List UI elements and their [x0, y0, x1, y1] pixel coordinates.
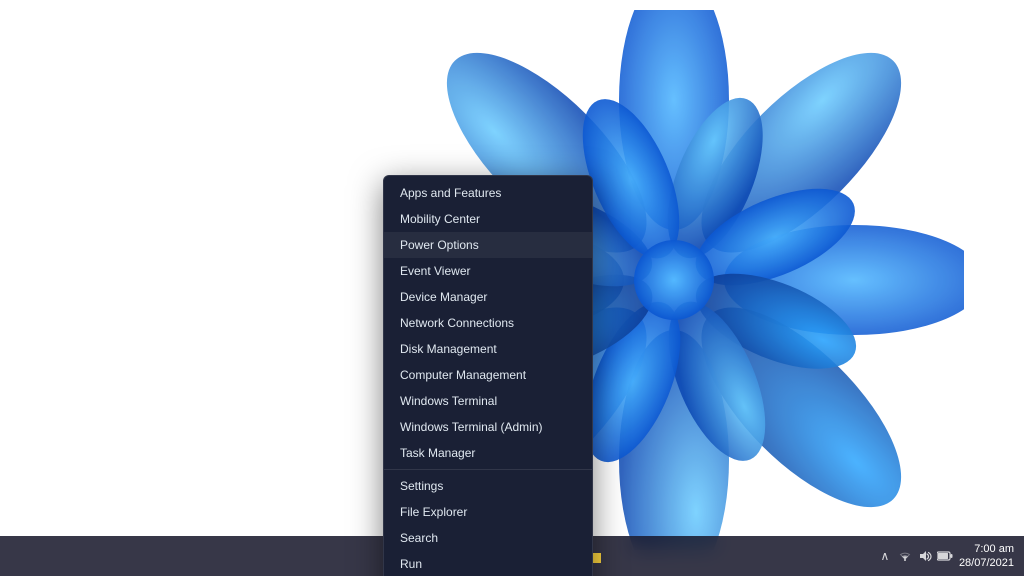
- battery-svg-icon: [937, 550, 953, 562]
- menu-item-mobility-center[interactable]: Mobility Center: [384, 206, 592, 232]
- battery-icon[interactable]: [937, 548, 953, 564]
- menu-item-power-options[interactable]: Power Options: [384, 232, 592, 258]
- menu-item-device-manager[interactable]: Device Manager: [384, 284, 592, 310]
- menu-item-label: Task Manager: [400, 446, 475, 460]
- tray-arrow-icon[interactable]: ∧: [877, 548, 893, 564]
- menu-item-label: Search: [400, 531, 438, 545]
- volume-icon[interactable]: [917, 548, 933, 564]
- menu-item-label: File Explorer: [400, 505, 467, 519]
- menu-item-label: Power Options: [400, 238, 479, 252]
- context-menu: Apps and Features Mobility Center Power Op…: [383, 175, 593, 576]
- menu-item-apps-features[interactable]: Apps and Features: [384, 180, 592, 206]
- menu-item-label: Windows Terminal (Admin): [400, 420, 542, 434]
- clock-time: 7:00 am: [959, 542, 1014, 556]
- speaker-icon: [918, 549, 932, 563]
- menu-item-label: Event Viewer: [400, 264, 470, 278]
- menu-item-windows-terminal[interactable]: Windows Terminal: [384, 388, 592, 414]
- menu-item-computer-management[interactable]: Computer Management: [384, 362, 592, 388]
- menu-item-network-connections[interactable]: Network Connections: [384, 310, 592, 336]
- menu-item-windows-terminal-admin[interactable]: Windows Terminal (Admin): [384, 414, 592, 440]
- menu-item-label: Run: [400, 557, 422, 571]
- clock-display[interactable]: 7:00 am 28/07/2021: [959, 542, 1014, 571]
- menu-item-label: Computer Management: [400, 368, 526, 382]
- menu-item-run[interactable]: Run: [384, 551, 592, 576]
- clock-date: 28/07/2021: [959, 556, 1014, 570]
- system-tray: ∧: [877, 548, 953, 564]
- menu-item-label: Settings: [400, 479, 443, 493]
- desktop: Apps and Features Mobility Center Power Op…: [0, 0, 1024, 576]
- menu-item-label: Mobility Center: [400, 212, 480, 226]
- network-icon[interactable]: [897, 548, 913, 564]
- menu-separator: [384, 469, 592, 470]
- menu-item-label: Device Manager: [400, 290, 487, 304]
- menu-item-label: Windows Terminal: [400, 394, 497, 408]
- menu-item-label: Apps and Features: [400, 186, 501, 200]
- menu-item-file-explorer[interactable]: File Explorer: [384, 499, 592, 525]
- menu-item-disk-management[interactable]: Disk Management: [384, 336, 592, 362]
- taskbar-right: ∧: [877, 542, 1024, 571]
- wifi-icon: [898, 549, 912, 563]
- menu-item-search[interactable]: Search: [384, 525, 592, 551]
- menu-item-task-manager[interactable]: Task Manager: [384, 440, 592, 466]
- menu-item-label: Disk Management: [400, 342, 497, 356]
- menu-item-settings[interactable]: Settings: [384, 473, 592, 499]
- menu-item-event-viewer[interactable]: Event Viewer: [384, 258, 592, 284]
- menu-item-label: Network Connections: [400, 316, 514, 330]
